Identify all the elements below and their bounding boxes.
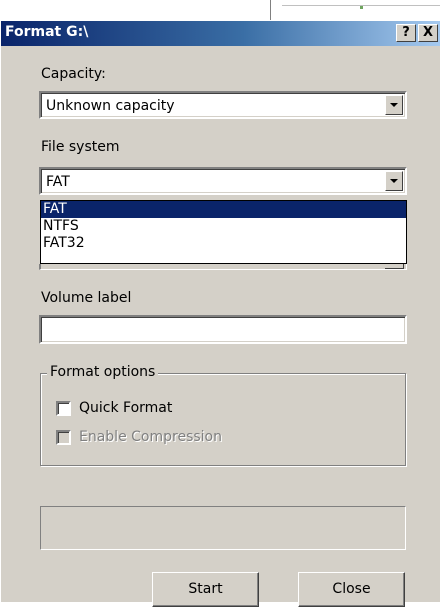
quick-format-label[interactable]: Quick Format: [79, 400, 172, 416]
file-system-value: FAT: [46, 174, 70, 190]
chevron-down-icon: [390, 179, 398, 183]
file-system-label: File system: [41, 139, 120, 155]
capacity-value: Unknown capacity: [46, 98, 175, 114]
format-options-group: Format options Quick Format Enable Compr…: [40, 364, 406, 466]
allocation-combo-edge: [39, 264, 407, 270]
volume-label-input[interactable]: [39, 315, 407, 344]
dropdown-option-fat32[interactable]: FAT32: [41, 235, 406, 252]
chevron-down-icon: [390, 103, 398, 107]
volume-label-label: Volume label: [41, 290, 132, 306]
dropdown-option-ntfs[interactable]: NTFS: [41, 218, 406, 235]
background-divider: [270, 0, 271, 22]
capacity-label: Capacity:: [41, 66, 106, 82]
allocation-dropdown-edge: [385, 264, 404, 269]
title-bar[interactable]: Format G:\ ? X: [1, 21, 440, 46]
capacity-dropdown-button[interactable]: [385, 95, 403, 115]
quick-format-checkbox[interactable]: [56, 401, 71, 416]
file-system-dropdown-list[interactable]: FAT NTFS FAT32: [40, 200, 407, 264]
enable-compression-checkbox: [56, 430, 71, 445]
dropdown-option-fat[interactable]: FAT: [41, 201, 406, 218]
window-title: Format G:\: [5, 24, 89, 40]
background-window-edge: [0, 0, 440, 22]
format-options-legend: Format options: [47, 364, 159, 380]
format-dialog: Format G:\ ? X Capacity: Unknown capacit…: [0, 20, 440, 607]
format-progress-bar: [40, 506, 406, 550]
file-system-combo[interactable]: FAT: [39, 167, 407, 195]
file-system-dropdown-button[interactable]: [385, 171, 403, 191]
background-mark: [360, 6, 363, 9]
help-button[interactable]: ?: [396, 24, 416, 42]
enable-compression-label: Enable Compression: [79, 429, 222, 445]
capacity-combo[interactable]: Unknown capacity: [39, 91, 407, 119]
close-window-button[interactable]: X: [418, 24, 438, 42]
